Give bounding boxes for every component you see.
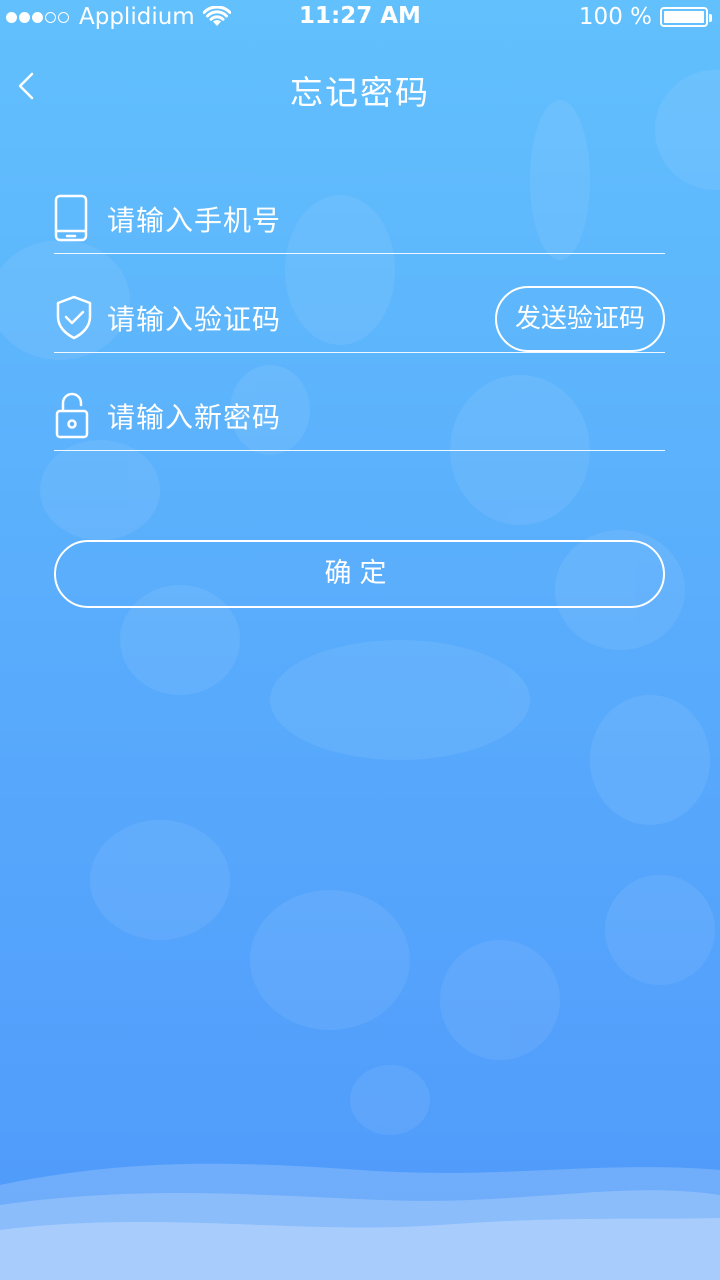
battery-icon [660, 7, 712, 27]
navigation-bar: 忘记密码 [0, 50, 720, 122]
lock-icon [55, 392, 89, 439]
phone-icon [54, 194, 88, 242]
status-bar: Applidium 11:27 AM 100 % [0, 0, 720, 36]
confirm-button[interactable]: 确定 [54, 540, 665, 608]
password-field [54, 387, 665, 451]
code-field: 发送验证码 [54, 286, 665, 353]
phone-input[interactable] [107, 198, 527, 242]
status-right: 100 % [578, 4, 712, 30]
shield-check-icon [56, 295, 92, 340]
new-password-input[interactable] [107, 395, 527, 439]
battery-percentage: 100 % [578, 4, 652, 30]
phone-field [54, 190, 665, 254]
send-code-button[interactable]: 发送验证码 [495, 286, 665, 352]
wave-decoration [0, 1163, 720, 1280]
verification-code-input[interactable] [107, 297, 527, 341]
page-title: 忘记密码 [290, 73, 430, 112]
